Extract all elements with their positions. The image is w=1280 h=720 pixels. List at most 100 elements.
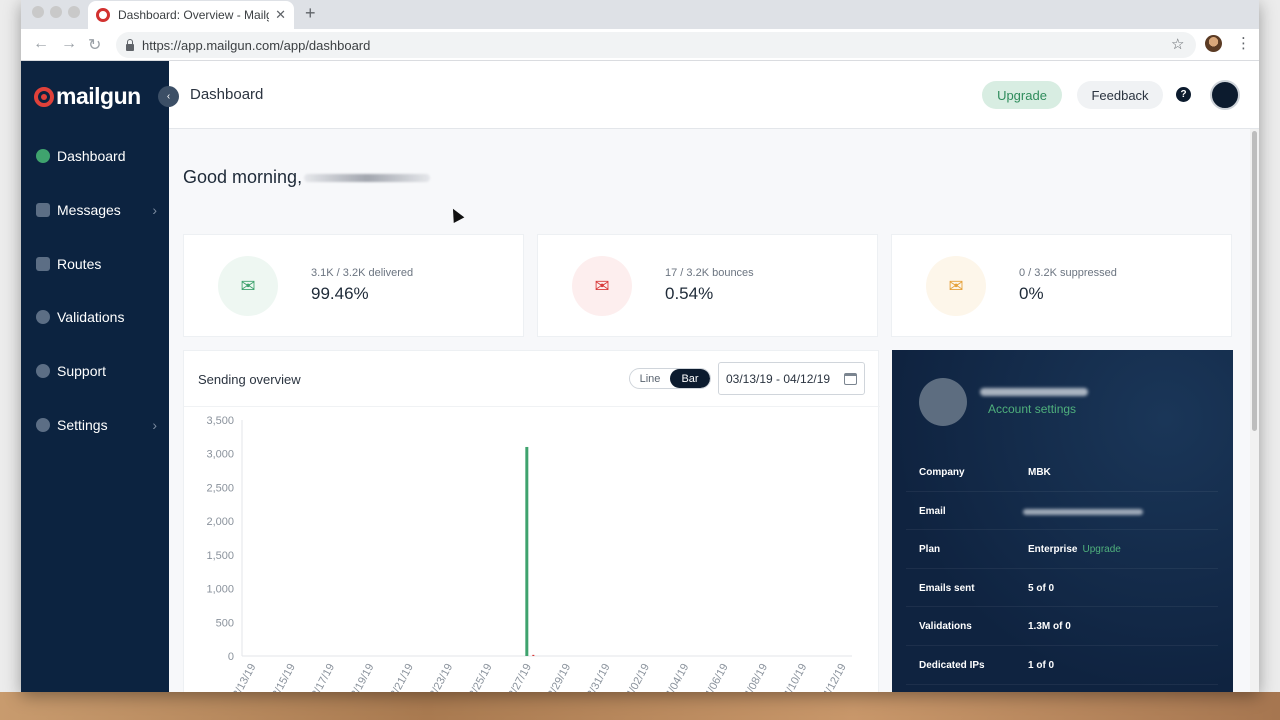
x-tick-label: 4/04/19	[664, 662, 692, 692]
chevron-right-icon: ›	[152, 202, 157, 218]
account-avatar	[919, 378, 967, 426]
account-row-email: Email	[906, 492, 1218, 531]
suppressed-percent: 0%	[1019, 284, 1044, 303]
sidebar: mailgun Dashboard Messages › Routes Vali…	[21, 61, 169, 692]
chevron-right-icon: ›	[152, 417, 157, 433]
bar-toggle-button[interactable]: Bar	[670, 369, 710, 388]
bounces-count: 17 / 3.2K bounces	[665, 267, 754, 279]
redacted-email	[1023, 508, 1143, 515]
upgrade-button[interactable]: Upgrade	[982, 81, 1062, 109]
row-key: Validations	[919, 621, 972, 633]
x-tick-label: 3/27/19	[506, 662, 534, 692]
desk-surface	[0, 692, 1280, 720]
scrollbar[interactable]	[1250, 129, 1259, 692]
browser-tab[interactable]: Dashboard: Overview - Mailgun ✕	[88, 1, 294, 29]
paper-plane-icon	[36, 203, 50, 217]
browser-menu-icon[interactable]: ⋮	[1236, 34, 1251, 52]
redacted-account-name	[980, 388, 1088, 396]
x-tick-label: 4/08/19	[742, 662, 770, 692]
address-bar: ← → ↻ https://app.mailgun.com/app/dashbo…	[21, 29, 1259, 61]
account-row-dedicated-ips: Dedicated IPs 1 of 0	[906, 646, 1218, 685]
collapse-sidebar-button[interactable]: ‹	[158, 86, 179, 107]
row-key: Plan	[919, 544, 941, 556]
x-tick-label: 3/31/19	[585, 662, 613, 692]
sidebar-item-routes[interactable]: Routes	[21, 249, 169, 279]
row-key: Emails sent	[919, 582, 975, 594]
y-tick-label: 0	[228, 651, 234, 663]
new-tab-button[interactable]: +	[305, 3, 316, 24]
top-header: Dashboard Upgrade Feedback ?	[169, 61, 1259, 129]
row-value: 1.3M of 0	[1028, 621, 1071, 633]
close-window-button[interactable]	[32, 6, 44, 18]
sending-chart: 0 500 1,000 1,500 2,000 2,500 3,000 3,500 3/13/1…	[206, 415, 852, 692]
minimize-window-button[interactable]	[50, 6, 62, 18]
sidebar-item-label: Routes	[57, 256, 102, 272]
row-value: 1 of 0	[1028, 660, 1055, 671]
sidebar-item-settings[interactable]: Settings ›	[21, 410, 169, 440]
url-field[interactable]: https://app.mailgun.com/app/dashboard	[116, 32, 1196, 58]
bounces-stat-card: ✉ 17 / 3.2K bounces 0.54%	[537, 234, 878, 337]
browser-profile-avatar[interactable]	[1205, 35, 1222, 52]
sidebar-item-messages[interactable]: Messages ›	[21, 195, 169, 225]
x-tick-label: 4/06/19	[703, 662, 731, 692]
sidebar-item-label: Validations	[57, 309, 125, 325]
sidebar-item-validations[interactable]: Validations	[21, 302, 169, 332]
x-tick-label: 3/29/19	[545, 662, 573, 692]
date-range-picker[interactable]: 03/13/19 - 04/12/19	[718, 362, 865, 395]
logo-text: mailgun	[56, 83, 141, 109]
y-tick-label: 500	[216, 617, 234, 629]
sidebar-item-dashboard[interactable]: Dashboard	[21, 141, 169, 171]
avatar[interactable]	[1210, 80, 1240, 110]
suppressed-count: 0 / 3.2K suppressed	[1019, 267, 1117, 279]
line-toggle-button[interactable]: Line	[630, 369, 670, 388]
suppressed-envelope-icon: ✉	[926, 256, 986, 316]
calendar-icon	[844, 373, 857, 385]
account-row-emails-sent: Emails sent 5 of 0	[906, 569, 1218, 608]
maximize-window-button[interactable]	[68, 6, 80, 18]
account-row-company: Company MBK	[906, 453, 1218, 492]
reload-icon[interactable]: ↻	[88, 35, 101, 55]
x-tick-label: 4/02/19	[624, 662, 652, 692]
sidebar-item-label: Support	[57, 363, 107, 379]
gear-icon	[36, 418, 50, 432]
x-tick-label: 3/19/19	[349, 662, 377, 692]
back-icon[interactable]: ←	[33, 35, 49, 53]
y-tick-label: 3,000	[206, 449, 234, 461]
user-check-icon	[36, 310, 50, 324]
forward-icon[interactable]: →	[61, 35, 77, 53]
account-settings-link[interactable]: Account settings	[988, 402, 1076, 416]
plan-upgrade-link[interactable]: Upgrade	[1082, 544, 1120, 555]
sidebar-item-support[interactable]: Support	[21, 356, 169, 386]
y-tick-label: 2,000	[206, 516, 234, 528]
x-tick-label: 3/23/19	[427, 662, 455, 692]
feedback-button[interactable]: Feedback	[1077, 81, 1163, 109]
suppressed-stat-card: ✉ 0 / 3.2K suppressed 0%	[891, 234, 1232, 337]
row-key: Email	[919, 505, 946, 517]
account-row-validations: Validations 1.3M of 0	[906, 607, 1218, 646]
breadcrumb: Dashboard	[190, 86, 264, 103]
close-tab-icon[interactable]: ✕	[275, 7, 286, 23]
tab-title: Dashboard: Overview - Mailgun	[118, 8, 269, 22]
y-tick-label: 1,000	[206, 584, 234, 596]
row-value: 5 of 0	[1028, 582, 1055, 594]
scrollbar-thumb[interactable]	[1252, 131, 1257, 431]
delivered-percent: 99.46%	[311, 284, 369, 303]
tab-bar: Dashboard: Overview - Mailgun ✕ +	[21, 0, 1259, 29]
y-tick-label: 3,500	[206, 415, 234, 427]
plan-name: Enterprise	[1028, 544, 1078, 556]
mailgun-logo[interactable]: mailgun	[34, 83, 141, 110]
x-tick-label: 3/21/19	[388, 662, 416, 692]
dashboard-icon	[36, 149, 50, 163]
url-text: https://app.mailgun.com/app/dashboard	[142, 37, 371, 53]
help-icon[interactable]: ?	[1176, 87, 1191, 102]
mailgun-at-icon	[34, 86, 54, 107]
date-range-text: 03/13/19 - 04/12/19	[726, 371, 831, 386]
bookmark-star-icon[interactable]: ☆	[1171, 35, 1184, 53]
bar-delivered-3/27/19	[525, 446, 529, 656]
y-tick-label: 1,500	[206, 550, 234, 562]
x-tick-label: 4/10/19	[782, 662, 810, 692]
bounce-envelope-icon: ✉	[572, 256, 632, 316]
chart-type-toggle: Line Bar	[629, 368, 711, 389]
mailgun-favicon-icon	[96, 8, 110, 22]
delivered-count: 3.1K / 3.2K delivered	[311, 267, 414, 279]
